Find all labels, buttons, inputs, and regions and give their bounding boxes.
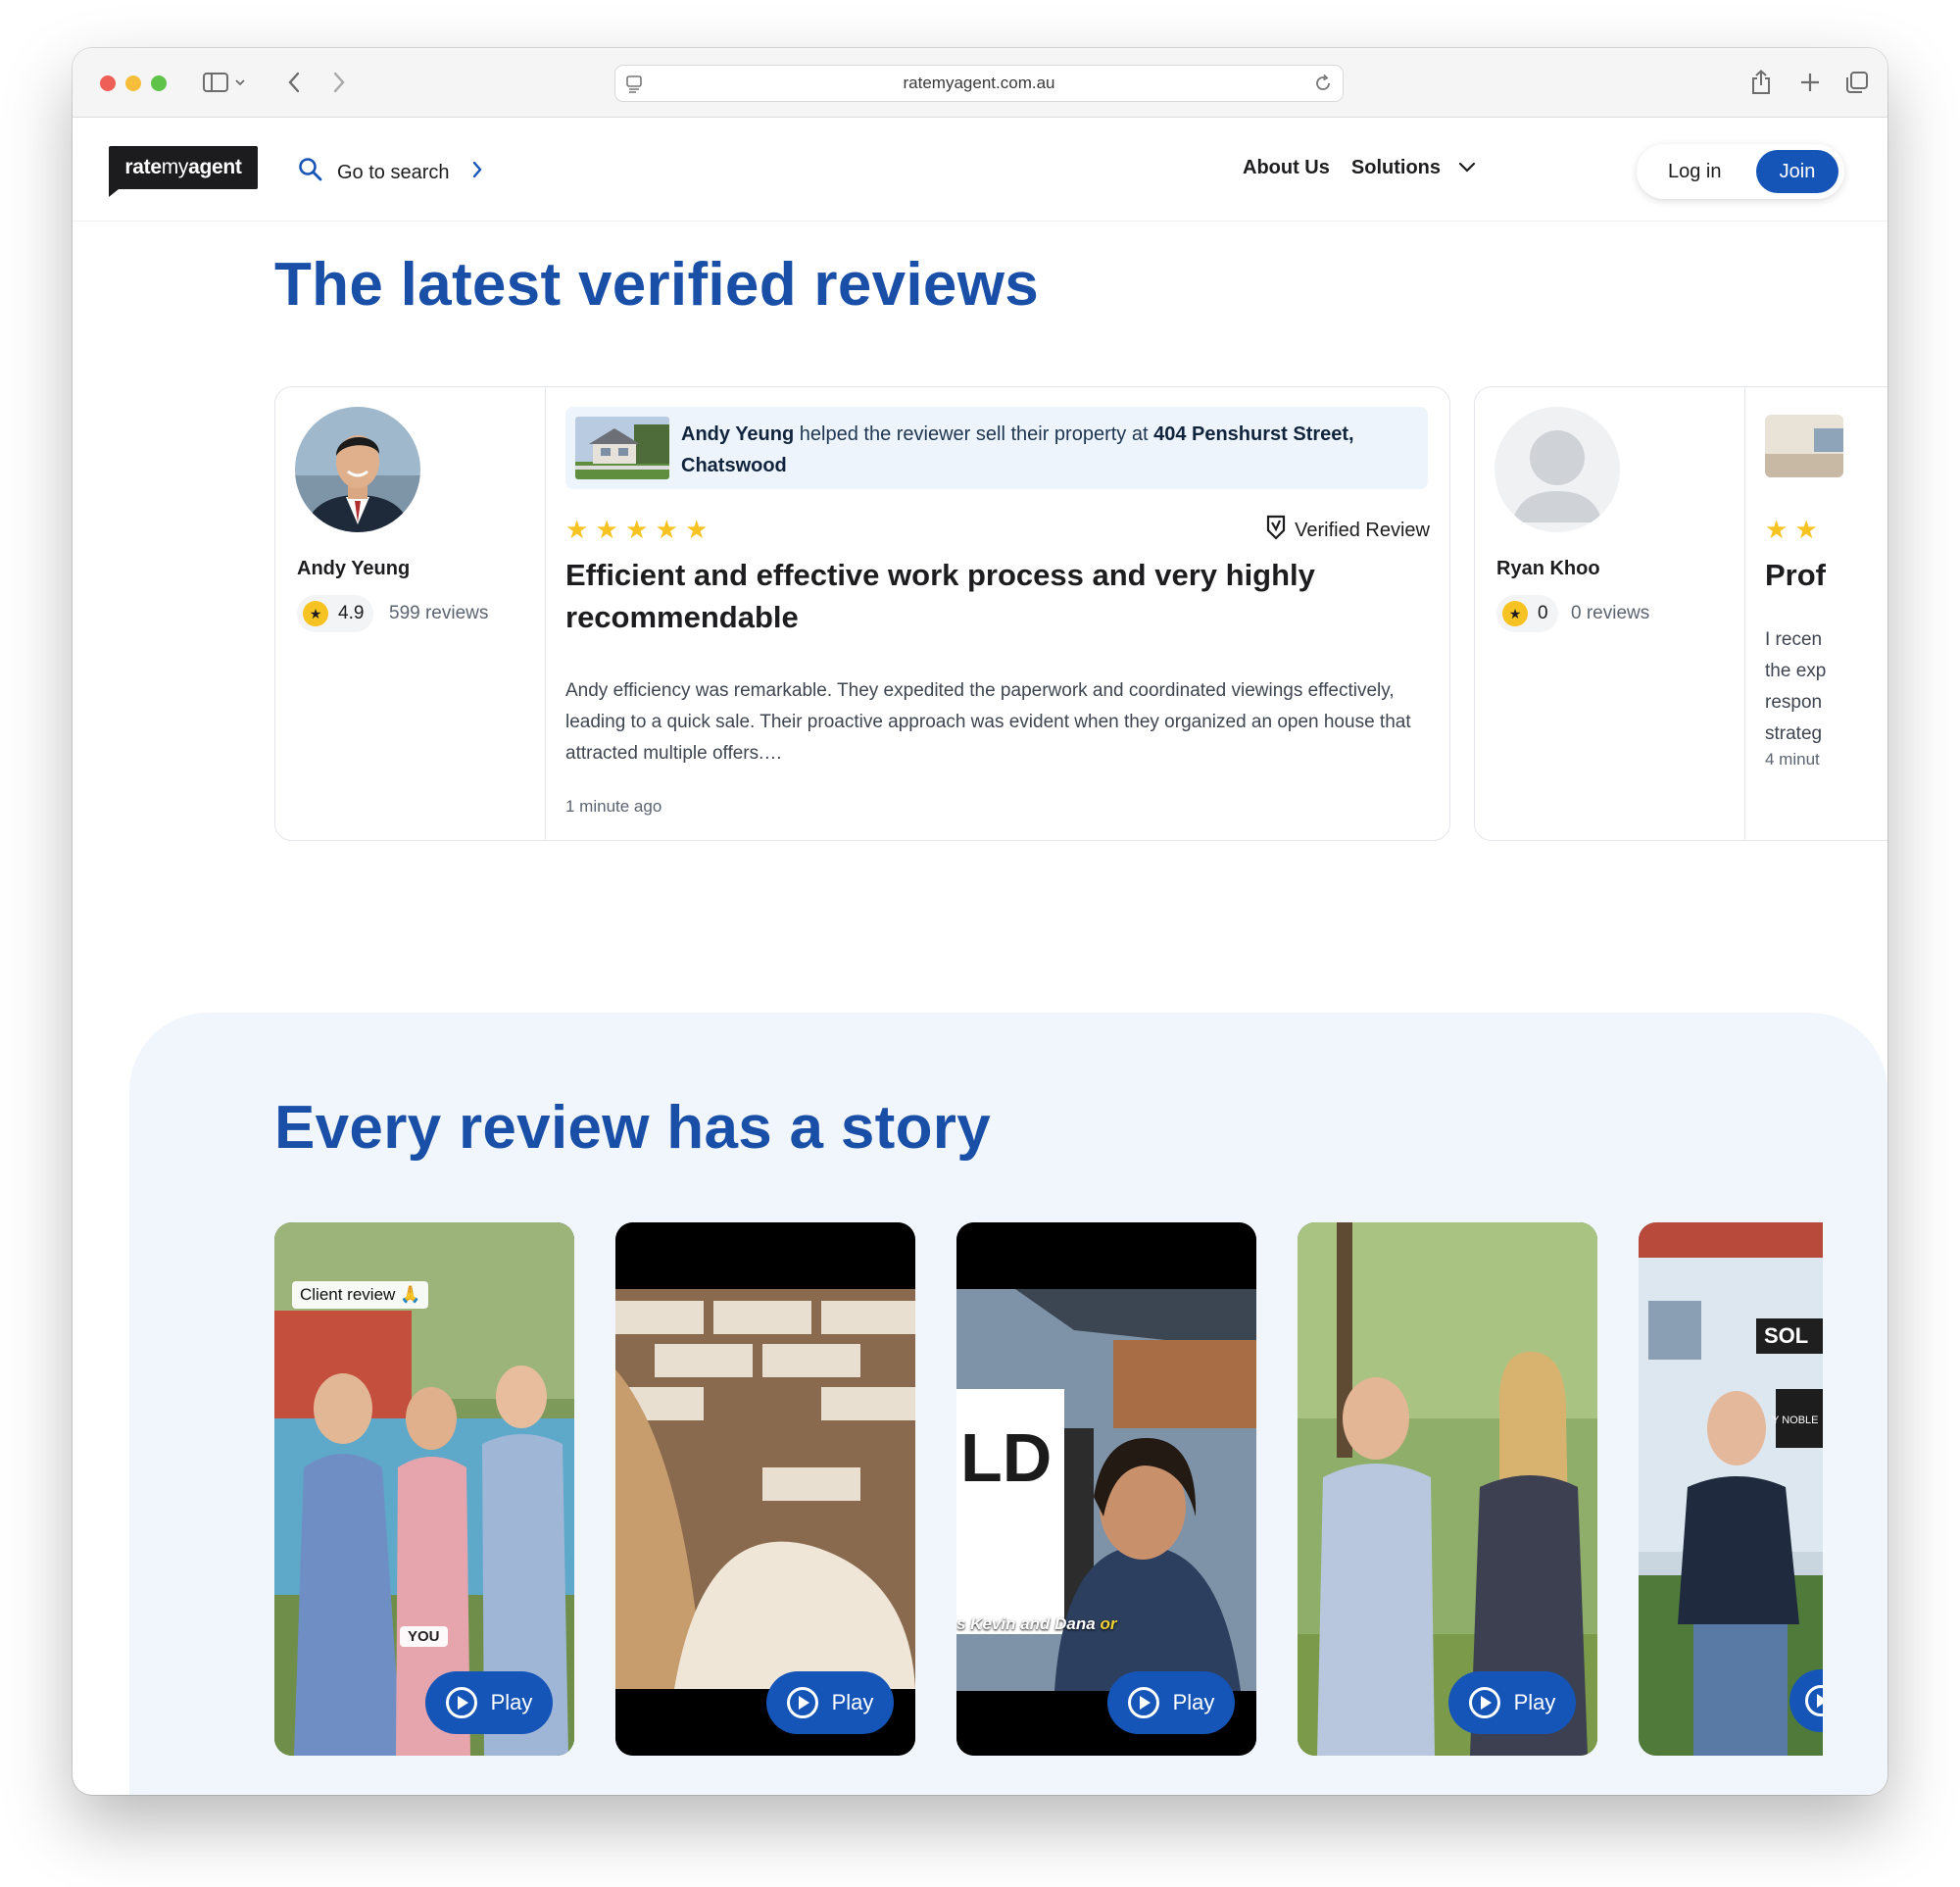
review-body-line: respon — [1765, 692, 1823, 713]
new-tab-plus-icon[interactable] — [1795, 68, 1825, 97]
property-agent-name: Andy Yeung — [681, 423, 795, 445]
agent-name[interactable]: Andy Yeung — [297, 558, 410, 580]
video-subtitle-main: s Kevin and Dana — [956, 1614, 1101, 1633]
review-timestamp: 1 minute ago — [565, 797, 662, 816]
verified-review-badge: Verified Review — [1265, 515, 1430, 546]
play-icon — [445, 1687, 477, 1718]
property-banner[interactable]: Andy Yeung helped the reviewer sell thei… — [565, 407, 1428, 489]
video-sign-text: SOL — [1756, 1318, 1823, 1354]
search-label: Go to search — [337, 161, 450, 183]
review-body: Andy efficiency was remarkable. They exp… — [565, 680, 1411, 764]
review-body-line: I recen — [1765, 629, 1823, 650]
review-body: I recen the exp respon strateg — [1765, 624, 1887, 750]
agent-avatar[interactable] — [295, 407, 420, 532]
review-card[interactable]: Andy Yeung ★ 4.9 599 reviews Andy Yeung … — [274, 386, 1450, 841]
agent-rating: ★ 0 — [1496, 595, 1558, 632]
browser-window: ratemyagent.com.au rate my agent Go to sea… — [73, 48, 1887, 1795]
logo-text-agent: agent — [188, 156, 242, 178]
property-thumbnail — [1765, 415, 1843, 477]
video-sign-text: LD — [960, 1419, 1053, 1496]
tab-overview-icon[interactable] — [1842, 68, 1872, 97]
login-button[interactable]: Log in — [1668, 161, 1722, 183]
video-tag: YOU — [400, 1626, 448, 1647]
browser-toolbar: ratemyagent.com.au — [73, 48, 1887, 118]
join-button[interactable]: Join — [1756, 150, 1838, 193]
address-bar[interactable]: ratemyagent.com.au — [614, 65, 1344, 102]
agent-rating: ★ 4.9 — [297, 595, 374, 632]
site-header: rate my agent Go to search About Us Soluti… — [73, 118, 1887, 222]
agent-summary: Andy Yeung ★ 4.9 599 reviews — [275, 387, 546, 840]
property-thumbnail — [575, 417, 669, 479]
play-button[interactable]: Play — [425, 1671, 553, 1734]
play-label: Play — [1513, 1690, 1556, 1714]
video-card[interactable]: LD s Kevin and Dana or Play — [956, 1222, 1256, 1756]
search-icon — [298, 157, 323, 188]
review-title[interactable]: Efficient and effective work process and… — [565, 554, 1349, 638]
review-body-line: strateg — [1765, 723, 1823, 744]
video-thumbnail — [1639, 1222, 1823, 1756]
rating-value: 0 — [1538, 603, 1548, 623]
nav-solutions-dropdown[interactable]: Solutions — [1351, 157, 1476, 179]
review-title[interactable]: Prof — [1765, 554, 1887, 596]
minimize-window-button[interactable] — [125, 75, 141, 91]
share-icon[interactable] — [1746, 68, 1776, 97]
page-settings-icon[interactable] — [625, 74, 643, 99]
agent-avatar[interactable] — [1494, 407, 1620, 532]
play-label: Play — [1172, 1690, 1215, 1714]
story-section-title: Every review has a story — [274, 1094, 991, 1162]
chevron-right-icon — [471, 161, 483, 184]
latest-reviews-title: The latest verified reviews — [274, 251, 1040, 319]
agent-summary: Ryan Khoo ★ 0 0 reviews — [1475, 387, 1745, 840]
sidebar-toggle-icon[interactable] — [200, 68, 249, 97]
logo-text-rate: rate — [124, 156, 162, 178]
close-window-button[interactable] — [100, 75, 116, 91]
forward-arrow-icon[interactable] — [327, 68, 351, 97]
verified-label: Verified Review — [1295, 519, 1430, 541]
review-stars: ★ ★ — [1765, 515, 1818, 544]
back-arrow-icon[interactable] — [282, 68, 306, 97]
main-nav: About Us Solutions — [1243, 157, 1476, 179]
video-caption: Client review 🙏 — [292, 1281, 429, 1309]
video-card[interactable]: SOL Y NOBLE — [1639, 1222, 1823, 1756]
review-timestamp: 4 minut — [1765, 750, 1820, 769]
video-card[interactable]: Play — [615, 1222, 915, 1756]
play-label: Play — [831, 1690, 874, 1714]
ratemyagent-logo[interactable]: rate my agent — [109, 146, 258, 197]
play-button[interactable]: Play — [1448, 1671, 1576, 1734]
play-button[interactable]: Play — [1107, 1671, 1235, 1734]
play-icon — [1805, 1685, 1823, 1716]
video-board-text: Y NOBLE — [1772, 1415, 1819, 1426]
rating-value: 4.9 — [338, 603, 365, 623]
chevron-down-icon — [1458, 157, 1476, 179]
review-body-line: the exp — [1765, 661, 1827, 681]
video-card[interactable]: Client review 🙏 YOU Play — [274, 1222, 574, 1756]
maximize-window-button[interactable] — [151, 75, 167, 91]
video-subtitle-highlight: or — [1100, 1614, 1117, 1633]
play-button[interactable]: Play — [766, 1671, 894, 1734]
star-icon: ★ — [303, 601, 328, 626]
video-subtitle: s Kevin and Dana or — [956, 1614, 1116, 1634]
reload-icon[interactable] — [1313, 74, 1333, 98]
property-middle-text: helped the reviewer sell their property … — [794, 423, 1154, 445]
nav-about-us[interactable]: About Us — [1243, 157, 1330, 179]
review-card[interactable]: Ryan Khoo ★ 0 0 reviews ★ ★ Prof I recen… — [1474, 386, 1887, 841]
play-icon — [1127, 1687, 1159, 1718]
logo-text-my: my — [161, 156, 189, 178]
review-stars: ★ ★ ★ ★ ★ — [565, 515, 709, 544]
play-label: Play — [490, 1690, 533, 1714]
agent-review-count: 599 reviews — [389, 603, 489, 623]
play-icon — [786, 1687, 818, 1718]
verified-shield-icon — [1265, 515, 1287, 546]
agent-name[interactable]: Ryan Khoo — [1496, 558, 1600, 580]
nav-solutions-label: Solutions — [1350, 157, 1441, 178]
agent-review-count: 0 reviews — [1571, 603, 1650, 623]
play-icon — [1468, 1687, 1500, 1718]
address-url: ratemyagent.com.au — [903, 74, 1055, 92]
property-description: Andy Yeung helped the reviewer sell thei… — [681, 419, 1406, 481]
go-to-search-link[interactable]: Go to search — [298, 157, 483, 188]
video-card[interactable]: Play — [1298, 1222, 1597, 1756]
star-icon: ★ — [1502, 601, 1528, 626]
auth-buttons: Log in Join — [1637, 144, 1844, 199]
